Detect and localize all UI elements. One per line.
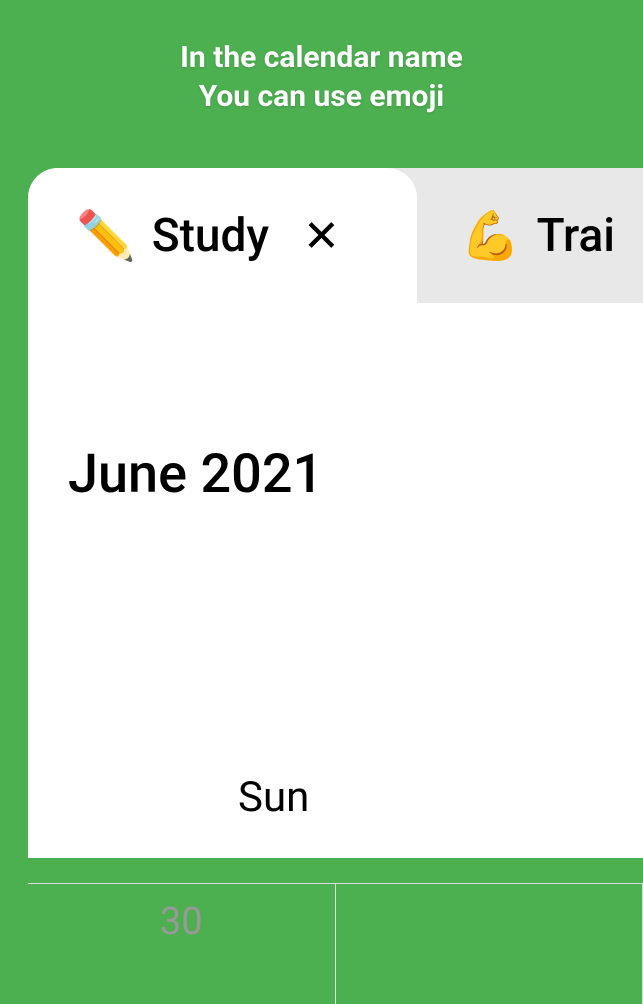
- pencil-icon: ✏️: [76, 207, 136, 264]
- tabs-container: ✏️ Study ✕ 💪 Trai: [28, 168, 643, 303]
- calendar-app-window: ✏️ Study ✕ 💪 Trai June 2021 Sun 30: [28, 168, 643, 858]
- month-title: June 2021: [68, 303, 603, 506]
- calendar-cell[interactable]: [336, 884, 643, 1004]
- tab-study[interactable]: ✏️ Study ✕: [28, 168, 417, 303]
- tab-label: Study: [152, 209, 269, 263]
- calendar-cell[interactable]: 30: [28, 884, 336, 1004]
- promo-line-2: You can use emoji: [0, 77, 643, 116]
- promo-line-1: In the calendar name: [0, 38, 643, 77]
- calendar-row: 30: [28, 883, 643, 1004]
- tab-training[interactable]: 💪 Trai: [417, 168, 643, 303]
- day-header-sun: Sun: [238, 773, 309, 822]
- calendar-body: June 2021 Sun 30: [28, 303, 643, 858]
- day-number: 30: [160, 900, 203, 944]
- flexed-biceps-icon: 💪: [461, 207, 521, 264]
- promo-heading: In the calendar name You can use emoji: [0, 0, 643, 116]
- close-tab-button[interactable]: ✕: [303, 214, 340, 258]
- tab-label: Trai: [537, 209, 615, 263]
